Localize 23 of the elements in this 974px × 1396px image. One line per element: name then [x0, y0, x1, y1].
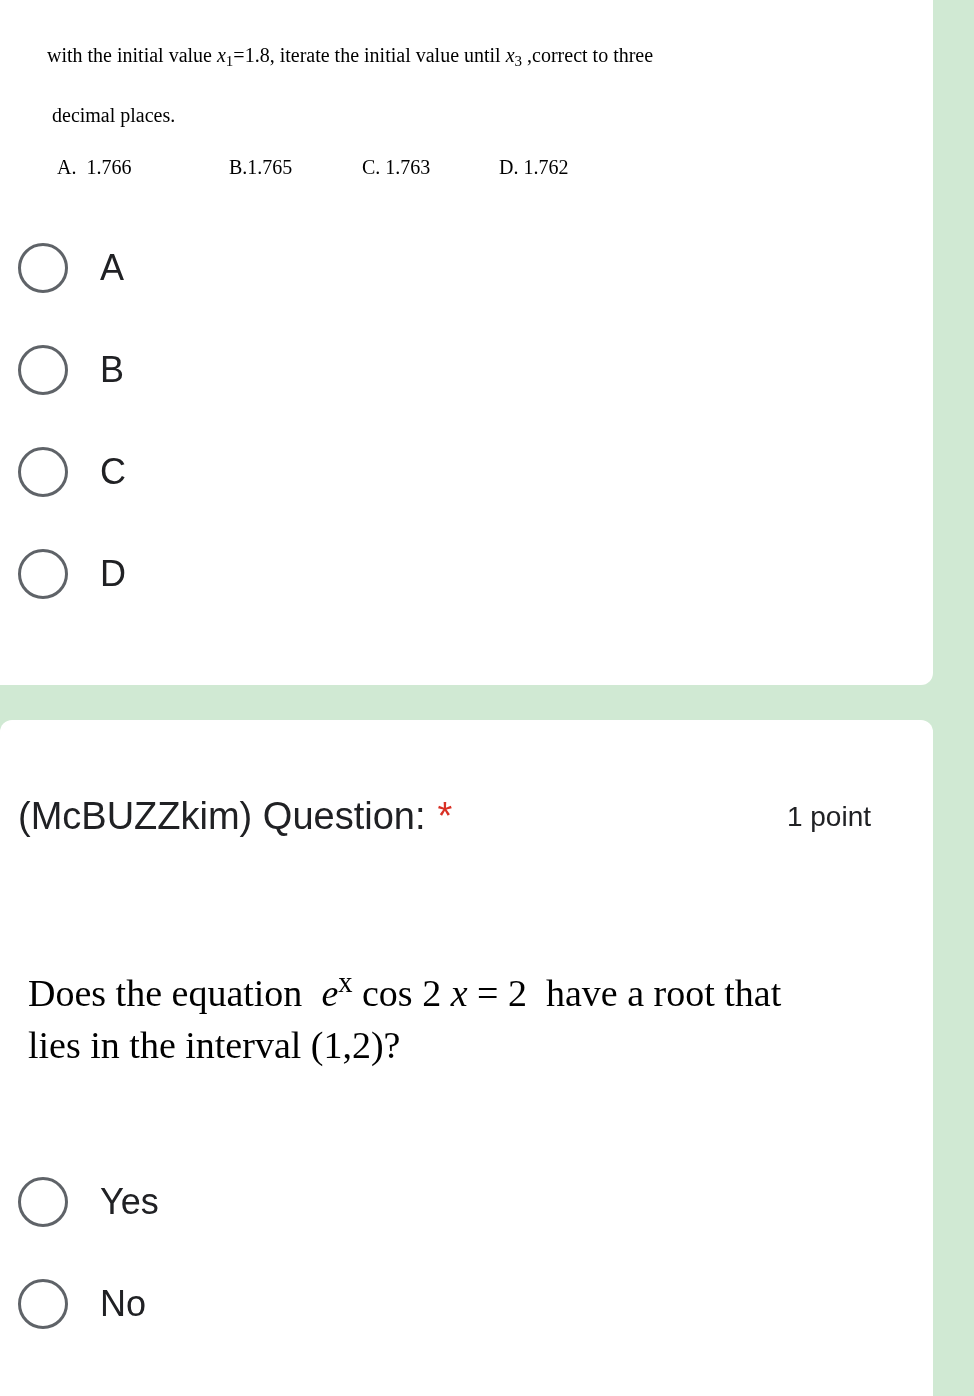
question-text: decimal places.: [51, 103, 177, 129]
answer-choice: D. 1.762: [499, 155, 569, 180]
radio-button[interactable]: [18, 1177, 68, 1227]
option-label: C: [100, 450, 126, 494]
option-label: No: [100, 1282, 147, 1326]
question-title: (McBUZZkim) Question:: [18, 794, 426, 839]
required-mark: *: [437, 794, 453, 839]
option-label: B: [100, 348, 124, 392]
radio-button[interactable]: [18, 345, 68, 395]
question-text: Does the equation e$^{x}$ cos 2 x = 2 have a root that: [28, 967, 783, 1016]
option-label: A: [100, 246, 124, 290]
question-text: with the initial value x$_{1}$=1.8, iterate the initial value until x$_{3}$ ,correct to three: [47, 43, 655, 71]
option-label: Yes: [100, 1180, 159, 1224]
answer-choice: A. 1.766: [57, 155, 133, 180]
radio-button[interactable]: [18, 243, 68, 293]
answer-choice: C. 1.763: [362, 155, 432, 180]
radio-button[interactable]: [18, 549, 68, 599]
answer-choice: B.1.765: [229, 155, 294, 180]
question-text: lies in the interval (1,2)?: [28, 1023, 402, 1068]
points-label: 1 point: [786, 800, 871, 834]
radio-button[interactable]: [18, 447, 68, 497]
option-label: D: [100, 552, 126, 596]
radio-button[interactable]: [18, 1279, 68, 1329]
